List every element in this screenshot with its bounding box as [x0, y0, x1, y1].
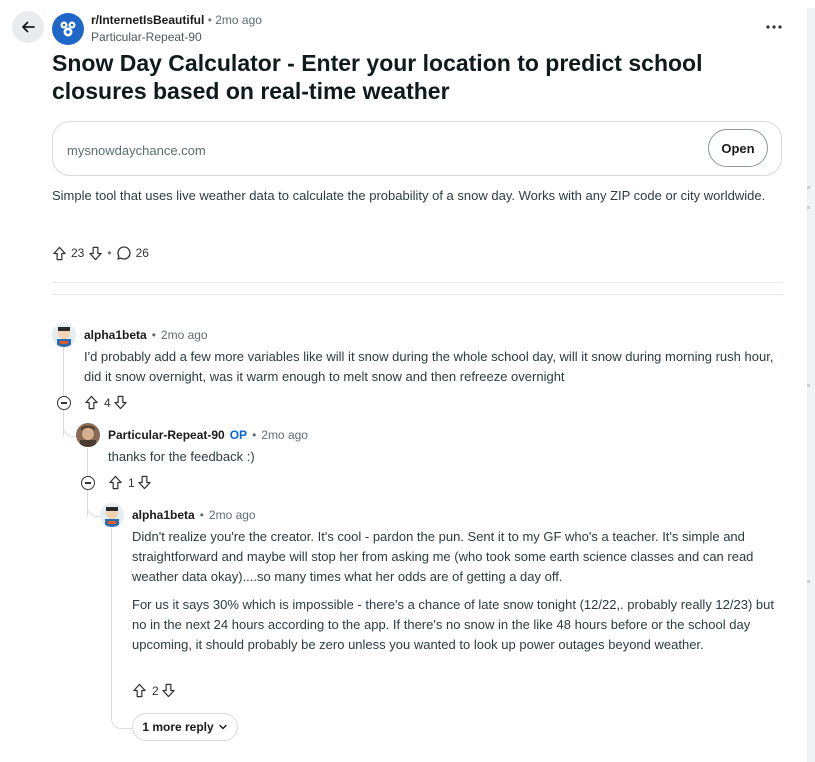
comment-author[interactable]: alpha1beta	[84, 328, 147, 342]
downvote-icon[interactable]	[113, 395, 128, 410]
comment-score: 2	[152, 683, 159, 698]
separator-dot: •	[199, 508, 204, 522]
comment-score: 4	[104, 395, 111, 410]
more-replies-button[interactable]: 1 more reply	[132, 713, 238, 741]
subreddit-name[interactable]: r/InternetIsBeautiful	[91, 13, 204, 27]
comment-header: Particular-Repeat-90 OP • 2mo ago	[108, 428, 308, 442]
thread-connector	[111, 706, 132, 729]
comment-text: I'd probably add a few more variables li…	[84, 349, 774, 384]
comment-vote-bar: 1	[108, 475, 152, 490]
collapse-icon[interactable]	[57, 396, 71, 410]
post-body: Simple tool that uses live weather data …	[52, 188, 766, 203]
divider	[52, 282, 783, 283]
comment-time: 2mo ago	[160, 328, 208, 342]
upvote-icon[interactable]	[84, 395, 99, 410]
chevron-down-icon	[218, 724, 227, 730]
avatar[interactable]	[100, 503, 124, 527]
comment-icon[interactable]	[116, 245, 132, 261]
downvote-icon[interactable]	[161, 683, 176, 698]
separator-dot: •	[207, 13, 212, 27]
back-arrow-icon	[22, 21, 35, 33]
downvote-icon[interactable]	[88, 246, 103, 261]
comment-count[interactable]: 26	[136, 246, 149, 260]
comment-time: 2mo ago	[261, 428, 308, 442]
rail-marker	[807, 384, 810, 387]
thread-line	[111, 528, 112, 708]
comment-score: 1	[128, 475, 135, 490]
comment-time: 2mo ago	[208, 508, 256, 522]
upvote-icon[interactable]	[108, 475, 123, 490]
comment-text: For us it says 30% which is impossible -…	[132, 597, 774, 652]
comment-vote-bar: 2	[132, 683, 176, 698]
subreddit-icon[interactable]	[52, 13, 84, 45]
post-meta: r/InternetIsBeautiful • 2mo ago	[91, 13, 262, 27]
collapse-icon[interactable]	[81, 476, 95, 490]
separator-dot: •	[151, 328, 156, 342]
more-options-icon[interactable]	[762, 16, 786, 38]
upvote-icon[interactable]	[132, 683, 147, 698]
more-replies-label: 1 more reply	[142, 720, 214, 734]
separator-dot: •	[252, 428, 257, 442]
post-author[interactable]: Particular-Repeat-90	[91, 30, 202, 44]
comment-vote-bar: 4	[84, 395, 128, 410]
comment-header: alpha1beta • 2mo ago	[84, 328, 208, 342]
post-vote-bar: 23 • 26	[52, 245, 149, 261]
avatar[interactable]	[52, 323, 76, 347]
downvote-icon[interactable]	[137, 475, 152, 490]
back-button[interactable]	[12, 11, 44, 43]
separator-dot: •	[107, 246, 112, 260]
rail-marker	[807, 186, 810, 189]
comment-author[interactable]: Particular-Repeat-90	[108, 428, 225, 442]
upvote-icon[interactable]	[52, 246, 67, 261]
op-badge: OP	[229, 428, 248, 442]
post-score: 23	[71, 246, 85, 260]
comment-text: thanks for the feedback :)	[108, 449, 255, 464]
divider	[52, 294, 783, 295]
thread-line	[87, 448, 88, 475]
comment-header: alpha1beta • 2mo ago	[132, 508, 256, 522]
comment-author[interactable]: alpha1beta	[132, 508, 195, 522]
rail-marker	[807, 206, 810, 209]
link-url[interactable]: mysnowdaychance.com	[67, 143, 206, 158]
rail-marker	[807, 580, 810, 583]
open-link-button[interactable]: Open	[708, 129, 768, 167]
comment-text: Didn't realize you're the creator. It's …	[132, 529, 754, 584]
thread-line	[63, 347, 64, 395]
avatar[interactable]	[76, 423, 100, 447]
post-title: Snow Day Calculator - Enter your locatio…	[52, 50, 703, 104]
post-time: 2mo ago	[215, 13, 262, 27]
